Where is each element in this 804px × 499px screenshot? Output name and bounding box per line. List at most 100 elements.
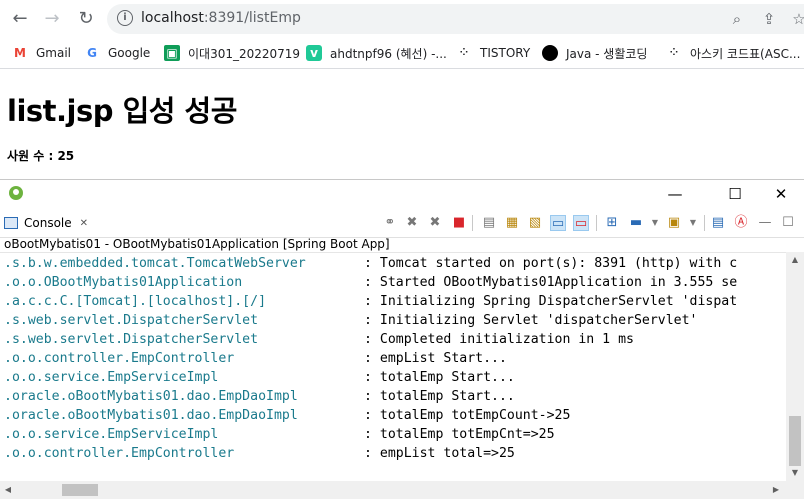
spring-icon xyxy=(9,186,23,200)
bookmark-gmail[interactable]: M Gmail xyxy=(12,42,71,64)
log-message: : totalEmp totEmpCnt=>25 xyxy=(364,427,555,442)
bookmark-star-icon[interactable]: ☆ xyxy=(789,9,804,29)
console-icon xyxy=(4,217,18,229)
link-icon[interactable]: ⚭ xyxy=(382,215,398,231)
log-message: : Initializing Spring DispatcherServlet … xyxy=(364,294,738,309)
log-line: .s.web.servlet.DispatcherServlet : Initia… xyxy=(4,311,697,330)
tab-console[interactable]: Console ✕ xyxy=(4,212,88,234)
tab-close-icon[interactable]: ✕ xyxy=(80,218,88,229)
scroll-right-icon[interactable]: ▶ xyxy=(768,481,784,499)
toolbar-separator xyxy=(596,215,597,231)
employee-count: 사원 수 : 25 xyxy=(7,149,75,163)
google-icon: G xyxy=(87,46,97,60)
toolbar-separator xyxy=(472,215,473,231)
log-logger: .o.o.controller.EmpController xyxy=(4,351,235,366)
bookmark-velog[interactable]: v ahdtnpf96 (혜선) -... xyxy=(306,42,447,64)
horizontal-scroll-thumb[interactable] xyxy=(62,484,98,496)
back-arrow-icon[interactable]: ← xyxy=(8,8,32,30)
scroll-up-icon[interactable]: ▲ xyxy=(786,252,804,268)
apache-commons-icon[interactable]: Ⓐ xyxy=(733,215,749,231)
bookmark-google[interactable]: G Google xyxy=(84,42,150,64)
maximize-icon[interactable]: ☐ xyxy=(720,183,750,205)
bookmark-label: TISTORY xyxy=(480,46,531,60)
close-icon[interactable]: ✕ xyxy=(766,183,796,205)
log-logger: .o.o.service.EmpServiceImpl xyxy=(4,370,219,385)
scroll-down-icon[interactable]: ▼ xyxy=(786,465,804,481)
display-console-icon[interactable]: ▬ xyxy=(628,215,644,231)
clear-console-icon[interactable]: ▤ xyxy=(481,215,497,231)
log-message: : totalEmp Start... xyxy=(364,389,515,404)
log-logger: .o.o.OBootMybatis01Application xyxy=(4,275,243,290)
bookmark-label: Google xyxy=(108,46,151,60)
show-on-stderr-icon[interactable]: ▭ xyxy=(573,215,589,231)
horizontal-scrollbar[interactable]: ◀ ▶ xyxy=(0,481,786,499)
log-logger: .s.b.w.embedded.tomcat.TomcatWebServer xyxy=(4,256,306,271)
log-line: .oracle.oBootMybatis01.dao.EmpDaoImpl : t… xyxy=(4,406,570,425)
chevron-down-icon[interactable]: ▼ xyxy=(647,215,663,231)
log-message: : totalEmp totEmpCount->25 xyxy=(364,408,571,423)
remove-launch-icon[interactable]: ✖ xyxy=(404,215,420,231)
vertical-scrollbar[interactable]: ▲ ▼ xyxy=(786,252,804,481)
log-message: : empList Start... xyxy=(364,351,507,366)
log-line: .o.o.service.EmpServiceImpl: totalEmp St… xyxy=(4,368,515,387)
console-tabbar: Console ✕ ⚭ ✖ ✖ ■ ▤ ▦ ▧ ▭ ▭ ⊞ ▬ ▼ ▣ ▼ ▤ … xyxy=(0,209,804,238)
bookmark-ascii[interactable]: ⁘ 아스키 코드표(ASC... xyxy=(666,42,801,64)
chevron-down-icon[interactable]: ▼ xyxy=(685,215,701,231)
log-line: .o.o.controller.EmpController : empList S… xyxy=(4,349,507,368)
scroll-left-icon[interactable]: ◀ xyxy=(0,481,16,499)
bookmark-label: 이대301_20220719 xyxy=(188,46,301,61)
log-line: .a.c.c.C.[Tomcat].[localhost].[/] : Initi… xyxy=(4,292,737,311)
tistory-icon: ⁘ xyxy=(669,47,679,58)
log-line: .s.web.servlet.DispatcherServlet : Comple… xyxy=(4,330,634,349)
bookmark-label: Java - 생활코딩 xyxy=(566,46,648,61)
bookmark-label: 아스키 코드표(ASC... xyxy=(690,46,801,61)
maximize-view-icon[interactable]: ☐ xyxy=(780,215,796,231)
minimize-view-icon[interactable]: — xyxy=(757,215,773,231)
scroll-lock-icon[interactable]: ▦ xyxy=(504,215,520,231)
url-path: :8391/listEmp xyxy=(203,10,301,26)
log-line: .o.o.OBootMybatis01Application : Started … xyxy=(4,273,737,292)
url-text[interactable]: localhost:8391/listEmp xyxy=(141,10,301,26)
opentutorials-icon xyxy=(542,45,558,61)
log-line: .s.b.w.embedded.tomcat.TomcatWebServer : … xyxy=(4,254,737,273)
address-bar[interactable]: i localhost:8391/listEmp ⌕ ⇪ ☆ xyxy=(107,4,804,34)
bookmark-tistory[interactable]: ⁘ TISTORY xyxy=(456,42,530,64)
browser-toolbar: ← → ↻ i localhost:8391/listEmp ⌕ ⇪ ☆ xyxy=(0,0,804,38)
bookmark-label: ahdtnpf96 (혜선) -... xyxy=(330,46,447,61)
bookmark-label: Gmail xyxy=(36,46,72,60)
show-on-stdout-icon[interactable]: ▭ xyxy=(550,215,566,231)
site-info-icon[interactable]: i xyxy=(117,10,133,26)
terminate-icon[interactable]: ■ xyxy=(451,215,467,231)
log-message: : Completed initialization in 1 ms xyxy=(364,332,634,347)
bookmark-opentutorials[interactable]: Java - 생활코딩 xyxy=(542,42,647,64)
toolbar-separator xyxy=(704,215,705,231)
reload-icon[interactable]: ↻ xyxy=(74,8,98,30)
forward-arrow-icon[interactable]: → xyxy=(40,8,64,30)
eclipse-console-window: — ☐ ✕ Console ✕ ⚭ ✖ ✖ ■ ▤ ▦ ▧ ▭ ▭ ⊞ ▬ ▼ … xyxy=(0,179,804,499)
url-host: localhost xyxy=(141,10,204,26)
bookmark-classroom[interactable]: ▣ 이대301_20220719 xyxy=(164,42,300,64)
page-title: list.jsp 입성 성공 xyxy=(7,94,237,128)
log-message: : Tomcat started on port(s): 8391 (http)… xyxy=(364,256,738,271)
word-wrap-icon[interactable]: ▧ xyxy=(527,215,543,231)
pin-console-icon[interactable]: ⊞ xyxy=(604,215,620,231)
zoom-icon[interactable]: ⌕ xyxy=(727,9,747,29)
console-settings-icon[interactable]: ▤ xyxy=(710,215,726,231)
classroom-icon: ▣ xyxy=(164,45,180,61)
remove-all-launches-icon[interactable]: ✖ xyxy=(427,215,443,231)
log-message: : Started OBootMybatis01Application in 3… xyxy=(364,275,738,290)
log-message: : empList total=>25 xyxy=(364,446,515,461)
log-logger: .oracle.oBootMybatis01.dao.EmpDaoImpl xyxy=(4,408,298,423)
open-console-icon[interactable]: ▣ xyxy=(666,215,682,231)
minimize-icon[interactable]: — xyxy=(660,183,690,205)
vertical-scroll-thumb[interactable] xyxy=(789,416,801,466)
log-message: : Initializing Servlet 'dispatcherServle… xyxy=(364,313,698,328)
console-output[interactable]: .s.b.w.embedded.tomcat.TomcatWebServer : … xyxy=(0,252,786,482)
tistory-icon: ⁘ xyxy=(459,47,469,58)
velog-icon: v xyxy=(306,45,322,61)
log-logger: .s.web.servlet.DispatcherServlet xyxy=(4,313,259,328)
log-logger: .a.c.c.C.[Tomcat].[localhost].[/] xyxy=(4,294,267,309)
log-logger: .s.web.servlet.DispatcherServlet xyxy=(4,332,259,347)
share-icon[interactable]: ⇪ xyxy=(759,9,779,29)
window-titlebar: — ☐ ✕ xyxy=(0,180,804,208)
